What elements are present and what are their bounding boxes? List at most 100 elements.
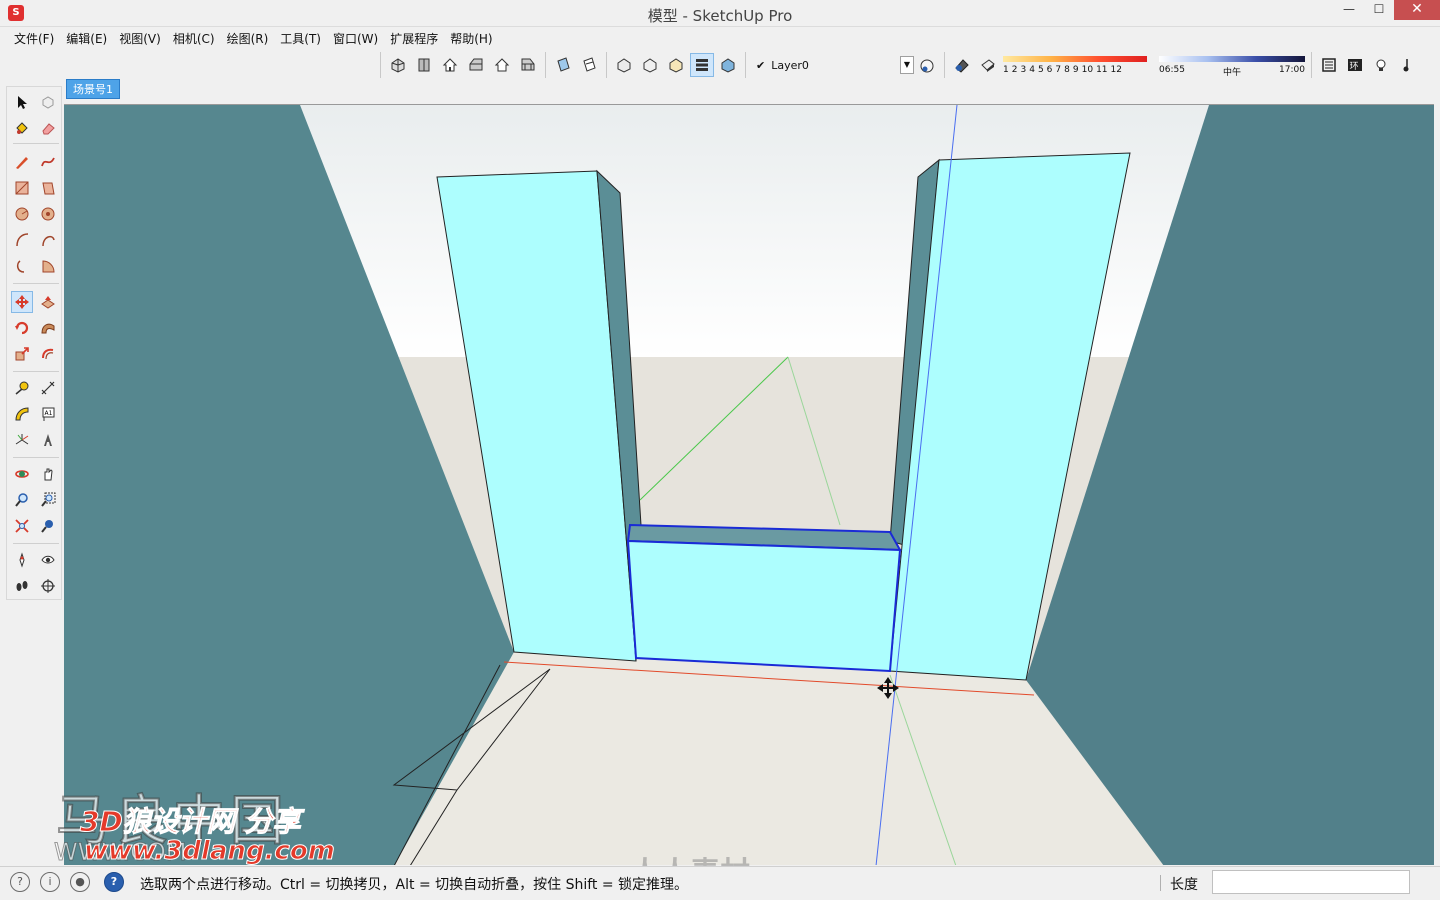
palette-divider (13, 283, 59, 284)
environment-icon[interactable]: 环 (1343, 53, 1367, 77)
tab-scene-1[interactable]: 场景号1 (66, 79, 120, 99)
wireframe-icon[interactable] (638, 53, 662, 77)
model-scene (64, 105, 1434, 865)
iso-view-icon[interactable] (386, 53, 410, 77)
palette-divider (13, 543, 59, 544)
layer-manager-icon[interactable] (915, 53, 939, 77)
month-label: 5 (1037, 65, 1044, 75)
shadows-toolbar: 1 2 3 4 5 6 7 8 9 10 11 12 06:55 中午 17:0… (944, 52, 1311, 78)
follow-me-icon[interactable] (37, 317, 59, 339)
close-button[interactable]: ✕ (1394, 0, 1440, 20)
minimize-button[interactable]: — (1334, 0, 1364, 20)
month-slider[interactable]: 1 2 3 4 5 6 7 8 9 10 11 12 (1001, 52, 1149, 78)
offset-icon[interactable] (37, 343, 59, 365)
window-title: 模型 - SketchUp Pro (647, 7, 793, 25)
measurements-input[interactable] (1212, 870, 1410, 894)
freehand-icon[interactable] (37, 151, 59, 173)
polygon-icon[interactable] (37, 203, 59, 225)
front-view-icon[interactable] (438, 53, 462, 77)
rectangle-icon[interactable] (11, 177, 33, 199)
more-icon[interactable] (1395, 53, 1419, 77)
time-end: 17:00 (1279, 65, 1305, 75)
menu-extensions[interactable]: 扩展程序 (384, 28, 444, 48)
zoom-extents-icon[interactable] (11, 515, 33, 537)
model-viewport[interactable] (64, 104, 1434, 865)
help-icon[interactable]: ? (104, 872, 124, 892)
menu-view[interactable]: 视图(V) (113, 28, 167, 48)
maximize-button[interactable]: ☐ (1364, 0, 1394, 20)
month-label: 12 (1110, 65, 1122, 75)
scale-icon[interactable] (11, 343, 33, 365)
status-divider (1160, 875, 1161, 891)
month-label: 10 (1081, 65, 1094, 75)
tape-measure-icon[interactable] (11, 377, 33, 399)
menu-help[interactable]: 帮助(H) (444, 28, 498, 48)
component-icon[interactable] (37, 91, 59, 113)
arc-icon[interactable] (11, 229, 33, 251)
top-view-icon[interactable] (412, 53, 436, 77)
month-label: 6 (1046, 65, 1053, 75)
circle-icon[interactable] (11, 203, 33, 225)
look-around-icon[interactable] (37, 549, 59, 571)
section-plane-tool-icon[interactable] (37, 575, 59, 597)
previous-view-icon[interactable] (37, 515, 59, 537)
outliner-icon[interactable] (1317, 53, 1341, 77)
month-labels: 1 2 3 4 5 6 7 8 9 10 11 12 (1003, 65, 1122, 75)
month-label: 7 (1055, 65, 1062, 75)
dimension-icon[interactable] (37, 377, 59, 399)
svg-text:环: 环 (1350, 61, 1359, 72)
layer-selector[interactable]: ✔ Layer0 (750, 55, 900, 75)
section-plane-icon[interactable] (551, 53, 575, 77)
xray-icon[interactable] (612, 53, 636, 77)
right-view-icon[interactable] (464, 53, 488, 77)
shadow-toggle-icon[interactable] (976, 53, 1000, 77)
eraser-icon[interactable] (37, 117, 59, 139)
back-view-icon[interactable] (490, 53, 514, 77)
position-camera-icon[interactable] (11, 549, 33, 571)
text-icon[interactable]: A1 (37, 403, 59, 425)
paint-bucket-icon[interactable] (11, 117, 33, 139)
zoom-icon[interactable] (11, 489, 33, 511)
time-slider[interactable]: 06:55 中午 17:00 (1157, 52, 1307, 78)
menu-file[interactable]: 文件(F) (8, 28, 60, 48)
tool-palette: A1 (6, 86, 62, 600)
shaded-texture-icon[interactable] (716, 53, 740, 77)
select-icon[interactable] (11, 91, 33, 113)
hidden-line-icon[interactable] (664, 53, 688, 77)
pie-icon[interactable] (37, 255, 59, 277)
section-cut-icon[interactable] (577, 53, 601, 77)
menu-tools[interactable]: 工具(T) (274, 28, 327, 48)
menu-edit[interactable]: 编辑(E) (60, 28, 113, 48)
rotated-rectangle-icon[interactable] (37, 177, 59, 199)
light-icon[interactable] (1369, 53, 1393, 77)
time-start: 06:55 (1159, 65, 1185, 75)
month-bar (1003, 56, 1147, 62)
move-icon[interactable] (11, 291, 33, 313)
chevron-down-icon[interactable]: ▼ (900, 56, 914, 74)
styles-toolbar (606, 52, 745, 78)
push-pull-icon[interactable] (37, 291, 59, 313)
pencil-line-icon[interactable] (11, 151, 33, 173)
menu-draw[interactable]: 绘图(R) (221, 28, 275, 48)
shaded-icon[interactable] (690, 53, 714, 77)
menu-camera[interactable]: 相机(C) (167, 28, 221, 48)
rotate-icon[interactable] (11, 317, 33, 339)
pan-icon[interactable] (37, 463, 59, 485)
axes-icon[interactable] (11, 429, 33, 451)
geo-location-icon[interactable]: ? (10, 872, 30, 892)
palette-divider (13, 143, 59, 144)
left-view-icon[interactable] (516, 53, 540, 77)
user-icon[interactable]: ● (70, 872, 90, 892)
time-labels: 06:55 中午 17:00 (1159, 65, 1305, 78)
shadow-settings-icon[interactable] (950, 53, 974, 77)
three-point-arc-icon[interactable] (11, 255, 33, 277)
two-point-arc-icon[interactable] (37, 229, 59, 251)
3d-text-icon[interactable] (37, 429, 59, 451)
menu-window[interactable]: 窗口(W) (327, 28, 384, 48)
zoom-window-icon[interactable] (37, 489, 59, 511)
orbit-icon[interactable] (11, 463, 33, 485)
views-toolbar (380, 52, 545, 78)
protractor-icon[interactable] (11, 403, 33, 425)
credits-icon[interactable]: i (40, 872, 60, 892)
walk-icon[interactable] (11, 575, 33, 597)
